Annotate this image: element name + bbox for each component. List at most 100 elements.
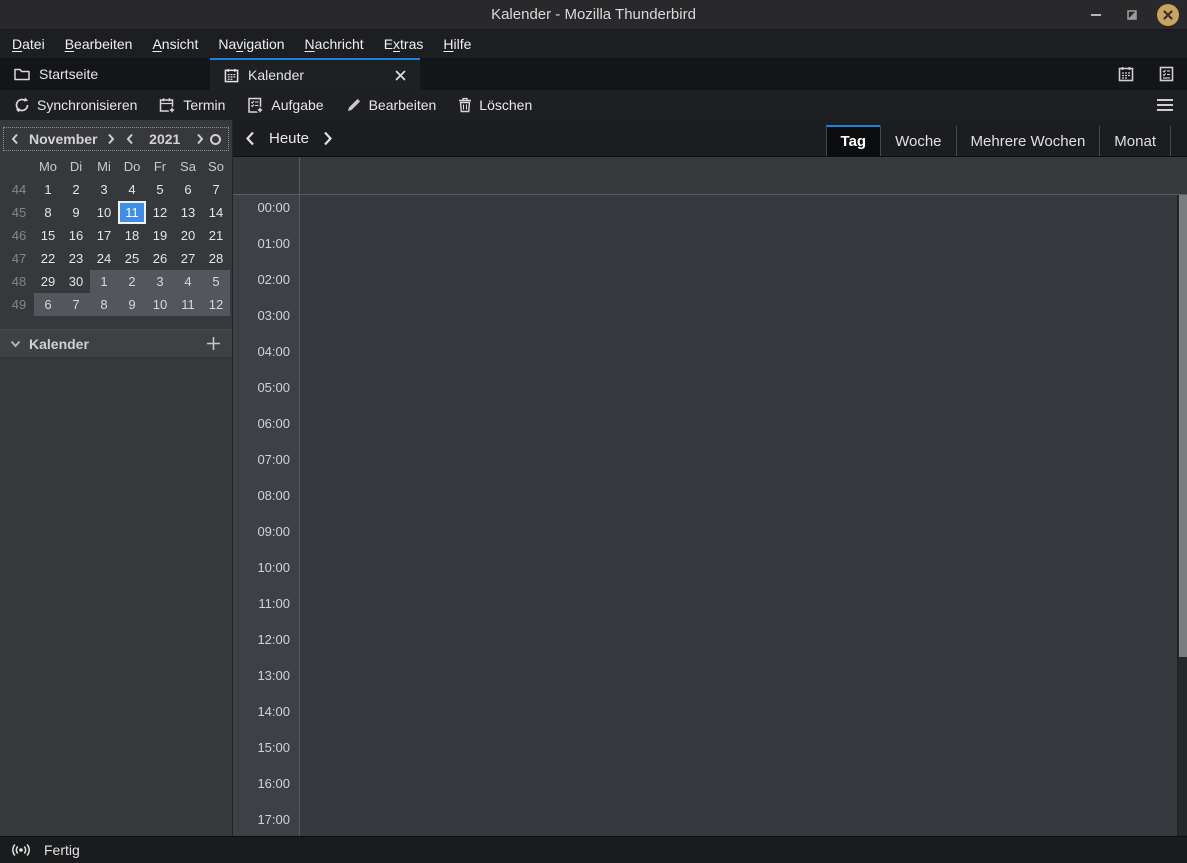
prev-year-button[interactable] (125, 131, 135, 147)
tabbar-right-buttons (1115, 58, 1177, 90)
minicalendar-day[interactable]: 14 (202, 201, 230, 224)
minicalendar-day[interactable]: 10 (90, 201, 118, 224)
minicalendar-day[interactable]: 4 (174, 270, 202, 293)
sync-button[interactable]: Synchronisieren (10, 95, 141, 115)
minicalendar-day[interactable]: 17 (90, 224, 118, 247)
weekday-label: So (202, 159, 230, 174)
next-month-button[interactable] (106, 131, 116, 147)
hour-label: 03:00 (233, 303, 299, 339)
close-icon (1163, 10, 1173, 20)
minicalendar-day[interactable]: 28 (202, 247, 230, 270)
tab-kalender[interactable]: Kalender (210, 58, 420, 90)
menu-item-datei[interactable]: Datei (2, 32, 55, 56)
view-tab-monat[interactable]: Monat (1099, 125, 1171, 156)
weekday-label: Di (62, 159, 90, 174)
minicalendar-day[interactable]: 18 (118, 224, 146, 247)
menu-label-post: earbeiten (74, 36, 132, 52)
hour-label: 05:00 (233, 375, 299, 411)
menu-access-key: D (12, 36, 22, 52)
delete-button[interactable]: Löschen (454, 95, 536, 115)
minicalendar-day[interactable]: 3 (90, 178, 118, 201)
calendar-mode-button[interactable] (1115, 63, 1137, 85)
minicalendar-day[interactable]: 5 (202, 270, 230, 293)
minicalendar-day[interactable]: 9 (62, 201, 90, 224)
hamburger-icon (1157, 99, 1173, 101)
vertical-scrollbar[interactable] (1177, 195, 1187, 836)
minicalendar-day[interactable]: 8 (34, 201, 62, 224)
minicalendar-day[interactable]: 5 (146, 178, 174, 201)
minicalendar-day[interactable]: 7 (62, 293, 90, 316)
week-number: 48 (4, 274, 34, 289)
minicalendar-day[interactable]: 29 (34, 270, 62, 293)
tab-close-button[interactable] (395, 70, 406, 81)
view-tab-woche[interactable]: Woche (880, 125, 955, 156)
minicalendar-day[interactable]: 15 (34, 224, 62, 247)
today-button[interactable]: Heute (269, 130, 309, 147)
hour-label: 04:00 (233, 339, 299, 375)
prev-day-button[interactable] (245, 131, 255, 146)
minicalendar-day[interactable]: 9 (118, 293, 146, 316)
minicalendar-selected-day[interactable]: 11 (118, 201, 146, 224)
minicalendar-day[interactable]: 12 (202, 293, 230, 316)
minicalendar-day[interactable]: 26 (146, 247, 174, 270)
calendar-section-header[interactable]: Kalender (0, 329, 232, 358)
minicalendar-day[interactable]: 4 (118, 178, 146, 201)
minicalendar-day[interactable]: 7 (202, 178, 230, 201)
chevron-left-icon (126, 133, 134, 145)
minicalendar-day[interactable]: 30 (62, 270, 90, 293)
minicalendar-day[interactable]: 12 (146, 201, 174, 224)
minicalendar-day[interactable]: 8 (90, 293, 118, 316)
app-menu-button[interactable] (1157, 99, 1173, 111)
calendar-toolbar: Synchronisieren Termin Aufgabe Bearbeite… (0, 90, 1187, 120)
minicalendar-day[interactable]: 25 (118, 247, 146, 270)
menu-item-nachricht[interactable]: Nachricht (295, 32, 374, 56)
tasks-mode-button[interactable] (1155, 63, 1177, 85)
minicalendar-day[interactable]: 2 (118, 270, 146, 293)
menu-access-key: x (393, 36, 400, 52)
menu-item-extras[interactable]: Extras (374, 32, 434, 56)
minicalendar-day[interactable]: 23 (62, 247, 90, 270)
minicalendar-day[interactable]: 2 (62, 178, 90, 201)
minicalendar-day[interactable]: 10 (146, 293, 174, 316)
minimize-button[interactable] (1085, 4, 1107, 26)
menu-item-navigation[interactable]: Navigation (208, 32, 294, 56)
edit-button[interactable]: Bearbeiten (342, 95, 441, 115)
chevron-left-icon (11, 133, 19, 145)
new-event-button[interactable]: Termin (155, 95, 229, 116)
minicalendar-day[interactable]: 1 (90, 270, 118, 293)
minicalendar-day[interactable]: 22 (34, 247, 62, 270)
tab-startseite[interactable]: Startseite (0, 58, 210, 90)
add-calendar-button[interactable] (205, 335, 222, 352)
restore-button[interactable] (1121, 4, 1143, 26)
prev-month-button[interactable] (10, 131, 20, 147)
day-column[interactable] (300, 195, 1187, 836)
hour-label: 12:00 (233, 627, 299, 663)
minicalendar-today-button[interactable] (209, 131, 222, 147)
new-task-button[interactable]: Aufgabe (243, 95, 327, 116)
minicalendar-day[interactable]: 21 (202, 224, 230, 247)
next-year-button[interactable] (195, 131, 205, 147)
minicalendar-day[interactable]: 24 (90, 247, 118, 270)
menu-item-hilfe[interactable]: Hilfe (433, 32, 481, 56)
view-tab-tag[interactable]: Tag (826, 125, 881, 156)
allday-track[interactable] (300, 157, 1187, 194)
view-tab-mehrere-wochen[interactable]: Mehrere Wochen (956, 125, 1100, 156)
minicalendar-day[interactable]: 20 (174, 224, 202, 247)
minicalendar-day[interactable]: 13 (174, 201, 202, 224)
chevron-right-icon (323, 131, 333, 146)
sync-button-label: Synchronisieren (37, 97, 137, 113)
minicalendar-day[interactable]: 16 (62, 224, 90, 247)
menu-item-ansicht[interactable]: Ansicht (142, 32, 208, 56)
close-button[interactable] (1157, 4, 1179, 26)
minicalendar-day[interactable]: 27 (174, 247, 202, 270)
minicalendar-day[interactable]: 11 (174, 293, 202, 316)
minicalendar-day[interactable]: 1 (34, 178, 62, 201)
minicalendar-day[interactable]: 6 (34, 293, 62, 316)
next-day-button[interactable] (323, 131, 333, 146)
minicalendar-day[interactable]: 19 (146, 224, 174, 247)
menu-item-bearbeiten[interactable]: Bearbeiten (55, 32, 143, 56)
minicalendar-day[interactable]: 3 (146, 270, 174, 293)
minicalendar-day[interactable]: 6 (174, 178, 202, 201)
calendar-icon (1118, 66, 1134, 82)
scrollbar-thumb[interactable] (1179, 195, 1187, 657)
